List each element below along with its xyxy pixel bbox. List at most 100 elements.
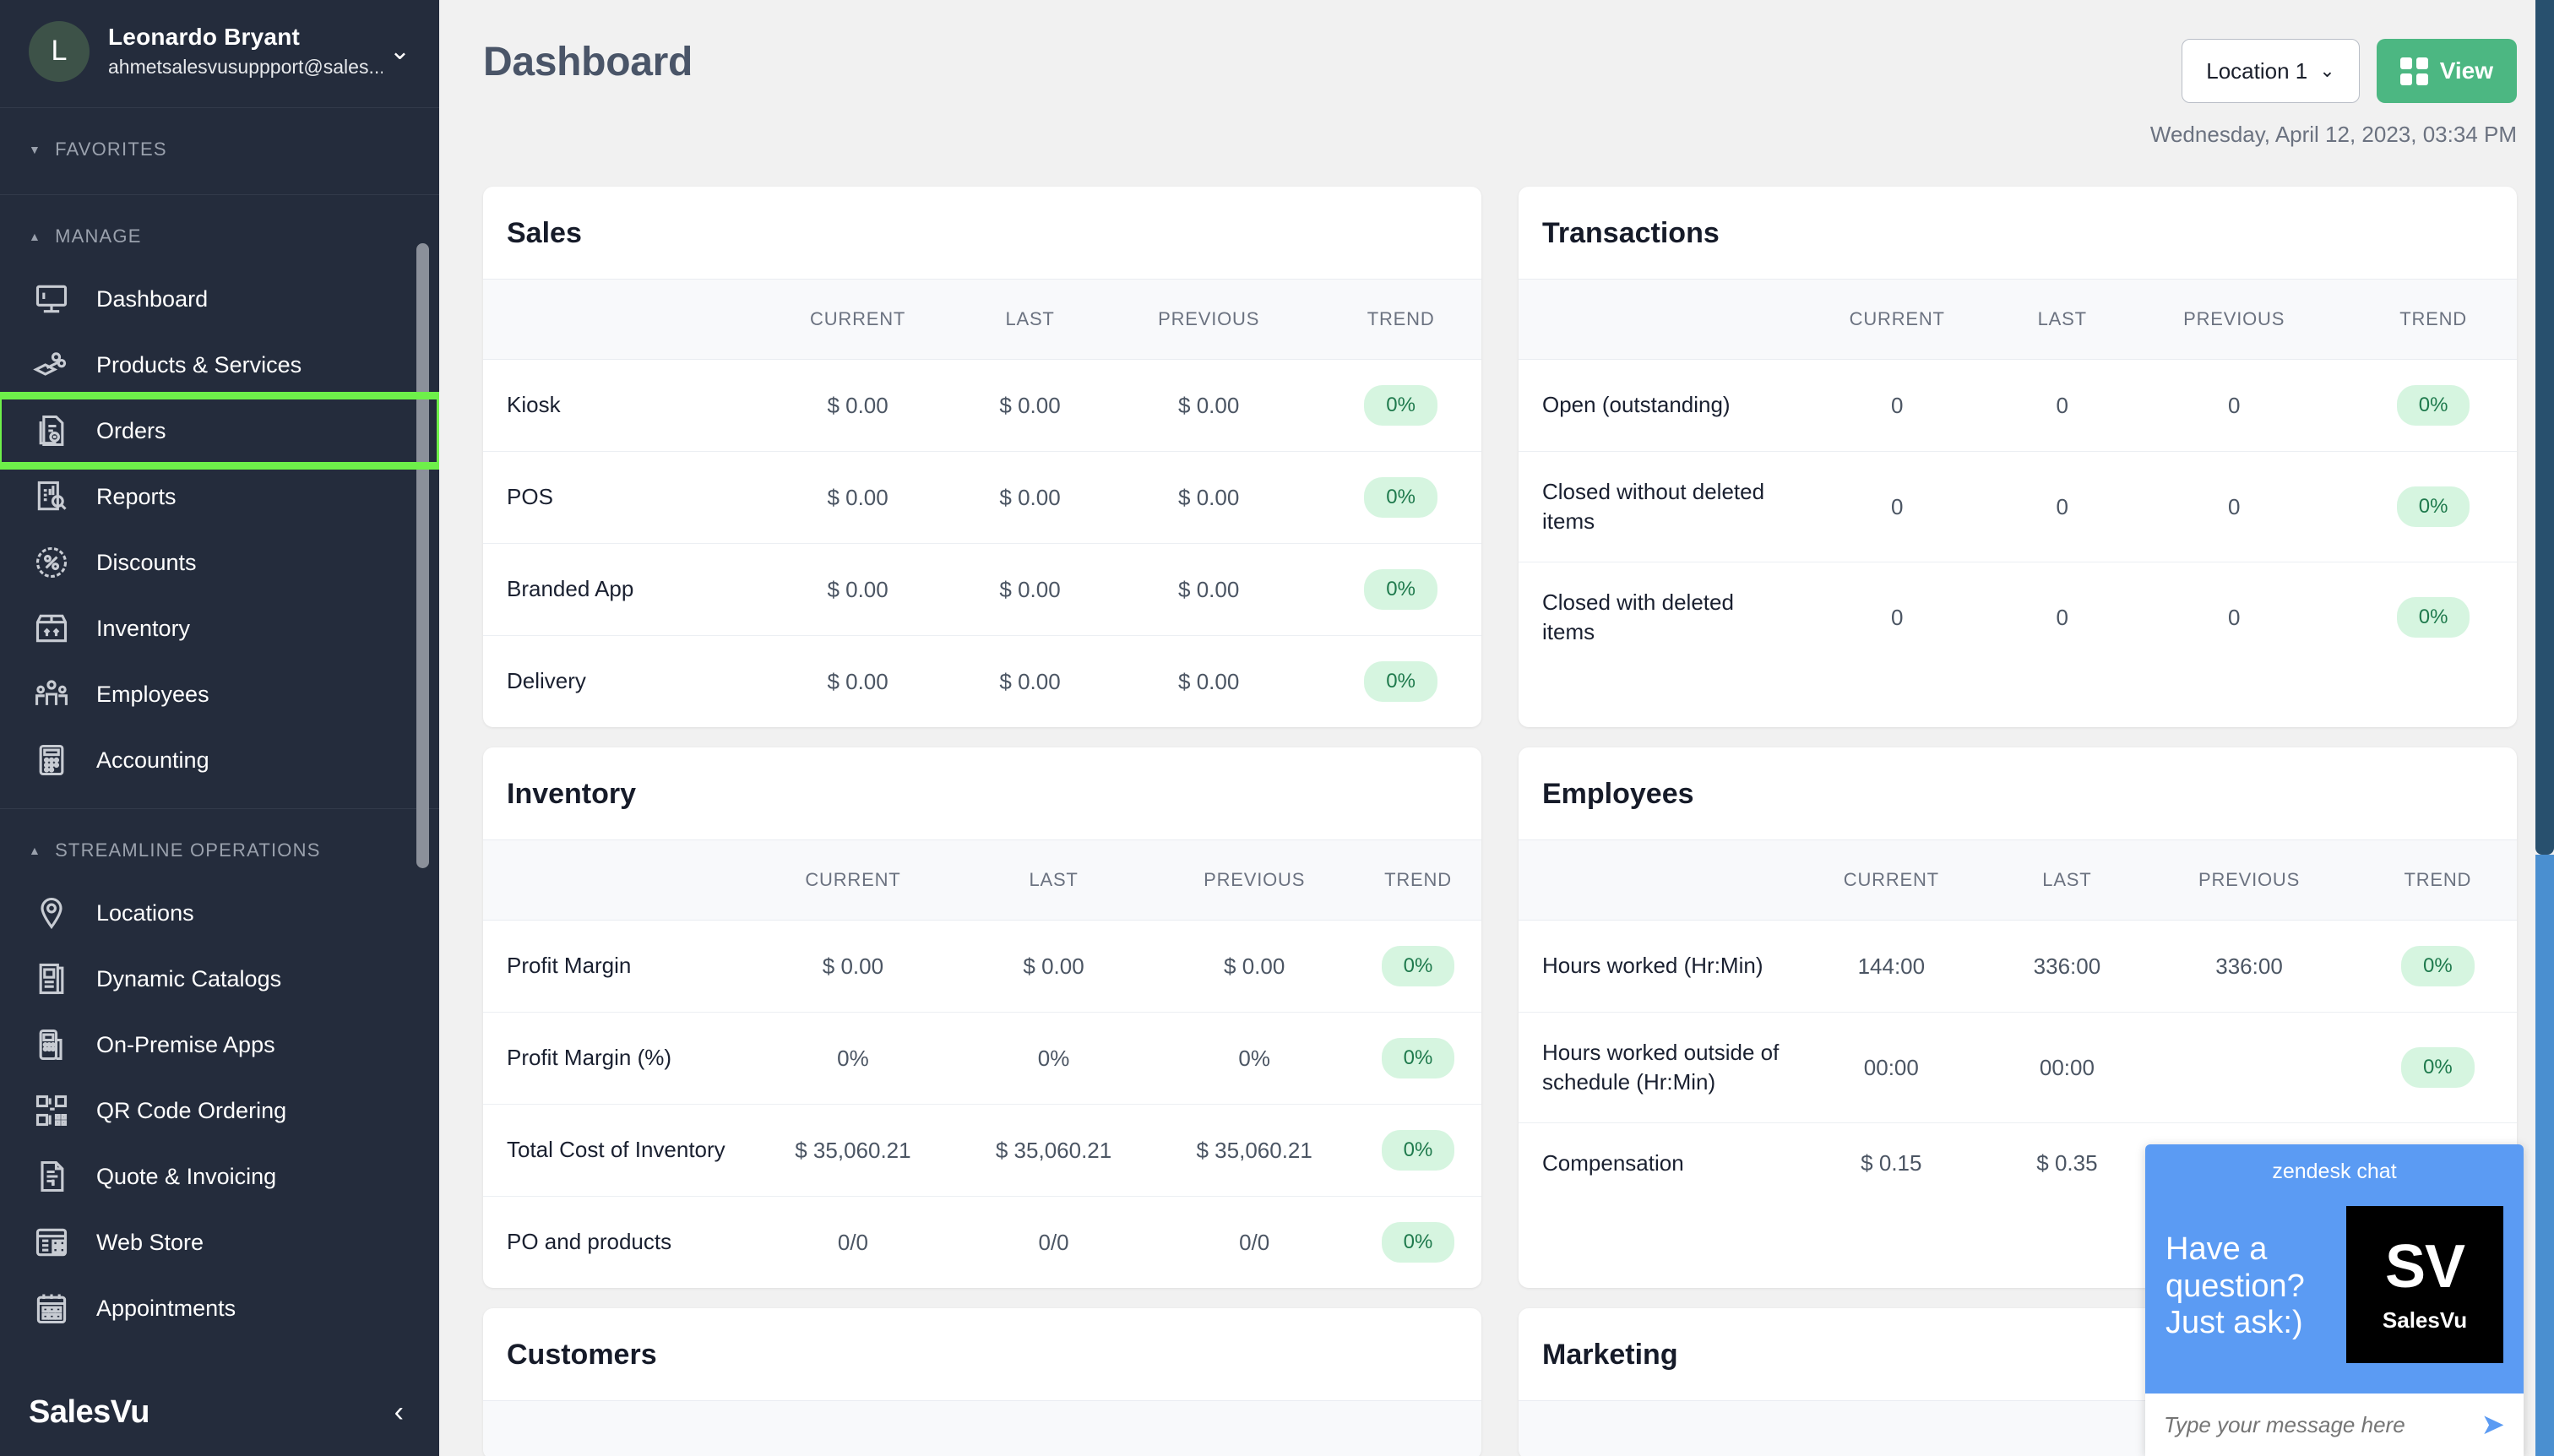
col-previous: PREVIOUS xyxy=(1154,840,1355,921)
cell-previous: 0 xyxy=(2118,562,2350,673)
table-row: Kiosk $ 0.00 $ 0.00 $ 0.00 0% xyxy=(483,360,1481,452)
sidebar-item-label: Orders xyxy=(96,418,166,444)
scrollbar-thumb-upper[interactable] xyxy=(2535,0,2554,855)
cell-previous: $ 35,060.21 xyxy=(1154,1105,1355,1197)
table-row: PO and products 0/0 0/0 0/0 0% xyxy=(483,1197,1481,1289)
cell-trend: 0% xyxy=(2350,562,2517,673)
table-header-row xyxy=(483,1401,1481,1456)
col-current xyxy=(753,1401,1481,1456)
table-header-row: CURRENT LAST PREVIOUS TREND xyxy=(483,280,1481,360)
sidebar-nav: ▼ FAVORITES ▲ MANAGE Dashboard Products … xyxy=(0,108,439,1368)
cell-last: 0/0 xyxy=(954,1197,1155,1289)
document-check-icon xyxy=(29,411,74,450)
sidebar-item-products-services[interactable]: Products & Services xyxy=(0,332,439,398)
user-profile-block[interactable]: L Leonardo Bryant ahmetsalesvusuppport@s… xyxy=(0,0,439,108)
cell-current: $ 0.00 xyxy=(753,544,963,636)
monitor-icon xyxy=(29,280,74,318)
sidebar-section-streamline-operations[interactable]: ▲ STREAMLINE OPERATIONS xyxy=(0,809,439,880)
card-transactions: Transactions CURRENT LAST PREVIOUS TREND… xyxy=(1519,187,2517,727)
logo-initials: SV xyxy=(2385,1236,2464,1297)
sidebar-item-reports[interactable]: Reports xyxy=(0,464,439,530)
send-icon[interactable]: ➤ xyxy=(2481,1408,2506,1442)
cell-last: $ 0.00 xyxy=(954,921,1155,1013)
col-trend: TREND xyxy=(2350,280,2517,360)
cell-current: 0/0 xyxy=(753,1197,954,1289)
row-label: Closed without deleted items xyxy=(1519,452,1788,562)
row-label: Branded App xyxy=(483,544,753,636)
card-customers: Customers xyxy=(483,1308,1481,1456)
sidebar-item-inventory[interactable]: Inventory xyxy=(0,595,439,661)
row-label: Hours worked outside of schedule (Hr:Min… xyxy=(1519,1013,1788,1123)
web-store-icon xyxy=(29,1223,74,1262)
sidebar-item-accounting[interactable]: Accounting xyxy=(0,727,439,793)
cell-trend: 0% xyxy=(1355,1105,1481,1197)
cell-current: 00:00 xyxy=(1788,1013,1994,1123)
scrollbar-thumb-lower[interactable] xyxy=(2535,855,2554,1456)
table-row: Closed without deleted items 0 0 0 0% xyxy=(1519,452,2517,562)
sidebar-item-quote-invoicing[interactable]: Quote & Invoicing xyxy=(0,1144,439,1209)
sidebar-item-label: QR Code Ordering xyxy=(96,1098,286,1124)
grid-icon xyxy=(2400,57,2428,85)
col-last: LAST xyxy=(954,840,1155,921)
sidebar-item-label: On-Premise Apps xyxy=(96,1032,275,1058)
sidebar-section-manage[interactable]: ▲ MANAGE xyxy=(0,195,439,266)
sidebar-item-employees[interactable]: Employees xyxy=(0,661,439,727)
cell-current: 144:00 xyxy=(1788,921,1994,1013)
section-label-manage: MANAGE xyxy=(55,225,142,247)
sidebar-item-qr-code-ordering[interactable]: QR Code Ordering xyxy=(0,1078,439,1144)
col-last: LAST xyxy=(963,280,1097,360)
row-label: Total Cost of Inventory xyxy=(483,1105,753,1197)
cell-trend: 0% xyxy=(2350,452,2517,562)
trend-badge: 0% xyxy=(1364,661,1437,702)
table-row: Profit Margin $ 0.00 $ 0.00 $ 0.00 0% xyxy=(483,921,1481,1013)
chat-message-input[interactable] xyxy=(2164,1412,2481,1438)
card-title: Employees xyxy=(1519,747,2517,839)
location-selector[interactable]: Location 1 ⌄ xyxy=(2182,39,2359,103)
table-row: Closed with deleted items 0 0 0 0% xyxy=(1519,562,2517,673)
cell-previous: 336:00 xyxy=(2139,921,2358,1013)
col-metric xyxy=(1519,840,1788,921)
page-scrollbar[interactable] xyxy=(2535,0,2554,1456)
chevron-down-icon[interactable]: ⌄ xyxy=(389,39,410,64)
chat-input-row: ➤ xyxy=(2145,1394,2524,1456)
col-metric xyxy=(483,840,753,921)
cell-trend: 0% xyxy=(1355,921,1481,1013)
sidebar-section-favorites[interactable]: ▼ FAVORITES xyxy=(0,108,439,179)
user-name: Leonardo Bryant xyxy=(108,24,383,51)
chevron-left-icon[interactable]: ‹ xyxy=(394,1396,404,1429)
sidebar-item-label: Accounting xyxy=(96,747,209,774)
cell-last: 336:00 xyxy=(1995,921,2140,1013)
cell-current: $ 0.00 xyxy=(753,636,963,728)
sidebar-item-locations[interactable]: Locations xyxy=(0,880,439,946)
sidebar-item-web-store[interactable]: Web Store xyxy=(0,1209,439,1275)
cell-last: $ 0.00 xyxy=(963,544,1097,636)
row-label: Open (outstanding) xyxy=(1519,360,1788,452)
transactions-table: CURRENT LAST PREVIOUS TREND Open (outsta… xyxy=(1519,279,2517,672)
cell-trend: 0% xyxy=(2359,921,2517,1013)
col-last: LAST xyxy=(2006,280,2118,360)
section-label-streamline: STREAMLINE OPERATIONS xyxy=(55,839,321,861)
sidebar-item-on-premise-apps[interactable]: On-Premise Apps xyxy=(0,1012,439,1078)
col-previous: PREVIOUS xyxy=(2139,840,2358,921)
sidebar-item-label: Employees xyxy=(96,682,209,708)
view-button[interactable]: View xyxy=(2377,39,2517,103)
cell-trend: 0% xyxy=(2350,360,2517,452)
sidebar-item-appointments[interactable]: Appointments xyxy=(0,1275,439,1341)
cell-trend: 0% xyxy=(1320,360,1481,452)
invoice-icon xyxy=(29,1157,74,1196)
card-title: Sales xyxy=(483,187,1481,279)
cell-trend: 0% xyxy=(1320,452,1481,544)
sidebar-item-dynamic-catalogs[interactable]: Dynamic Catalogs xyxy=(0,946,439,1012)
col-current: CURRENT xyxy=(1788,840,1994,921)
view-label: View xyxy=(2440,57,2493,84)
sidebar-item-dashboard[interactable]: Dashboard xyxy=(0,266,439,332)
page-title: Dashboard xyxy=(483,39,693,85)
zendesk-chat-widget[interactable]: zendesk chat Have a question? Just ask:)… xyxy=(2145,1144,2524,1456)
cell-last: 0% xyxy=(954,1013,1155,1105)
table-row: Branded App $ 0.00 $ 0.00 $ 0.00 0% xyxy=(483,544,1481,636)
sidebar-item-orders[interactable]: Orders xyxy=(0,398,438,464)
sidebar-scrollbar[interactable] xyxy=(416,243,429,868)
sidebar-item-discounts[interactable]: Discounts xyxy=(0,530,439,595)
table-row: Profit Margin (%) 0% 0% 0% 0% xyxy=(483,1013,1481,1105)
sidebar-item-label: Quote & Invoicing xyxy=(96,1164,276,1190)
